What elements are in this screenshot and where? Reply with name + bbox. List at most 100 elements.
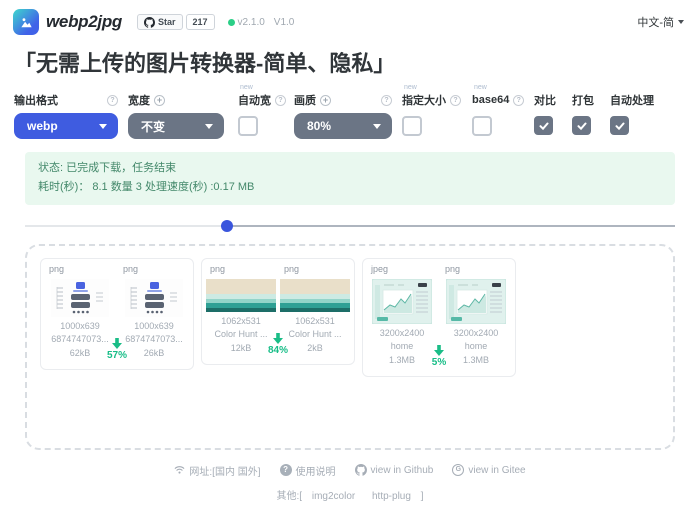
quality-label: 画质 <box>294 92 316 108</box>
reduction-percent: 57% <box>101 350 133 361</box>
wifi-icon <box>174 465 185 475</box>
slider-track-right <box>227 225 676 227</box>
output-thumbnail-dashboard[interactable] <box>446 279 506 324</box>
reduction-badge: 57% <box>101 338 133 361</box>
output-dimensions: 3200x2400 <box>439 327 513 341</box>
progress-slider[interactable] <box>25 220 675 232</box>
source-thumbnail-dashboard[interactable] <box>372 279 432 324</box>
controls-bar: 输出格式? webp 宽度+ 不变 new 自动宽? 画质 +? 80% new … <box>0 80 700 139</box>
output-thumbnail-palette[interactable] <box>280 279 350 312</box>
compare-checkbox[interactable] <box>534 116 553 135</box>
new-tag: new <box>240 84 253 91</box>
source-dimensions: 1062x531 <box>204 315 278 329</box>
source-thumbnail-palette[interactable] <box>206 279 276 312</box>
download-arrow-icon <box>434 345 444 356</box>
other-suffix: ] <box>421 491 424 502</box>
output-thumbnail-diagram[interactable] <box>125 279 183 317</box>
auto-width-label: 自动宽 <box>238 92 271 108</box>
app-header: webp2jpg Star 217 v2.1.0 V1.0 中文-简 <box>0 0 700 39</box>
img2color-link[interactable]: img2color <box>312 491 355 502</box>
help-icon[interactable]: ? <box>450 95 461 106</box>
auto-width-control: new 自动宽? <box>238 92 288 136</box>
quality-select[interactable]: 80% <box>294 113 392 139</box>
page-title: 「无需上传的图片转换器-简单、隐私」 <box>14 46 686 78</box>
base64-control: new base64? <box>472 92 526 136</box>
base64-checkbox[interactable] <box>472 116 492 136</box>
help-doc-link[interactable]: ? 使用说明 <box>280 463 336 478</box>
caret-down-icon <box>205 124 213 129</box>
site-urls-label: 网址:[国内 国外] <box>189 463 260 478</box>
help-doc-label: 使用说明 <box>296 463 336 478</box>
star-label: Star <box>158 17 176 27</box>
github-octocat-icon <box>144 17 155 28</box>
help-icon[interactable]: ? <box>107 95 118 106</box>
version-status-dot <box>228 19 235 26</box>
reduction-percent: 5% <box>423 357 455 368</box>
output-dimensions: 1062x531 <box>278 315 352 329</box>
download-arrow-icon <box>112 338 122 349</box>
caret-down-icon <box>373 124 381 129</box>
other-links-row: 其他:[ img2color http-plug ] <box>0 487 700 502</box>
status-panel: 状态: 已完成下载，任务结束 耗时(秒)： 8.1 数量 3 处理速度(秒) :… <box>25 152 675 205</box>
question-circle-icon: ? <box>280 464 292 476</box>
app-logo-icon <box>13 9 39 35</box>
new-tag: new <box>404 84 417 91</box>
help-icon[interactable]: ? <box>513 95 524 106</box>
specify-size-control: new 指定大小? <box>402 92 466 136</box>
output-dimensions: 1000x639 <box>117 320 191 334</box>
reduction-badge: 84% <box>262 333 294 356</box>
output-format-label: png <box>278 264 352 277</box>
compare-label: 对比 <box>534 92 556 108</box>
source-dimensions: 1000x639 <box>43 320 117 334</box>
auto-width-checkbox[interactable] <box>238 116 258 136</box>
output-format-label: 输出格式 <box>14 92 58 108</box>
result-card[interactable]: png 1000x639 6874747073... 62kB png <box>40 258 194 371</box>
quality-value: 80% <box>307 119 331 133</box>
output-format-control: 输出格式? webp <box>14 92 118 139</box>
output-format-value: webp <box>27 119 58 133</box>
specify-size-checkbox[interactable] <box>402 116 422 136</box>
gitee-icon: G <box>452 464 464 476</box>
result-card[interactable]: png 1062x531 Color Hunt ... 12kB png 106… <box>201 258 355 366</box>
add-width-icon[interactable]: + <box>154 95 165 106</box>
slider-handle[interactable] <box>221 220 233 232</box>
language-selector[interactable]: 中文-简 <box>637 14 684 30</box>
github-star-badge[interactable]: Star 217 <box>137 14 215 30</box>
help-icon[interactable]: ? <box>381 95 392 106</box>
source-format-label: png <box>204 264 278 277</box>
output-format-label: png <box>117 264 191 277</box>
help-icon[interactable]: ? <box>275 95 286 106</box>
app-title: webp2jpg <box>46 12 122 32</box>
base64-label: base64 <box>472 94 509 106</box>
status-line-2: 耗时(秒)： 8.1 数量 3 处理速度(秒) :0.17 MB <box>38 178 662 197</box>
new-tag: new <box>474 84 487 91</box>
reduction-badge: 5% <box>423 345 455 368</box>
auto-process-control: 自动处理 <box>610 92 672 135</box>
package-checkbox[interactable] <box>572 116 591 135</box>
result-card[interactable]: jpeg 3200x2400 home 1.3MB png <box>362 258 516 378</box>
auto-process-checkbox[interactable] <box>610 116 629 135</box>
site-urls-link[interactable]: 网址:[国内 国外] <box>174 463 260 478</box>
slider-track-left <box>25 225 227 227</box>
reduction-percent: 84% <box>262 345 294 356</box>
width-value: 不变 <box>141 118 165 135</box>
width-control: 宽度+ 不变 <box>128 92 224 139</box>
secondary-version: V1.0 <box>274 17 295 28</box>
http-plug-link[interactable]: http-plug <box>372 491 411 502</box>
other-prefix: 其他:[ <box>277 491 303 502</box>
github-label: view in Github <box>371 465 434 476</box>
gitee-link[interactable]: G view in Gitee <box>452 464 525 476</box>
status-line-1: 状态: 已完成下载，任务结束 <box>38 159 662 178</box>
package-label: 打包 <box>572 92 594 108</box>
github-octocat-icon <box>355 464 367 476</box>
source-thumbnail-diagram[interactable] <box>51 279 109 317</box>
output-format-label: png <box>439 264 513 277</box>
caret-down-icon <box>678 20 684 24</box>
output-format-select[interactable]: webp <box>14 113 118 139</box>
image-dropzone[interactable]: png 1000x639 6874747073... 62kB png <box>25 244 675 450</box>
github-link[interactable]: view in Github <box>355 464 434 476</box>
width-select[interactable]: 不变 <box>128 113 224 139</box>
source-dimensions: 3200x2400 <box>365 327 439 341</box>
source-format-label: png <box>43 264 117 277</box>
add-quality-icon[interactable]: + <box>320 95 331 106</box>
